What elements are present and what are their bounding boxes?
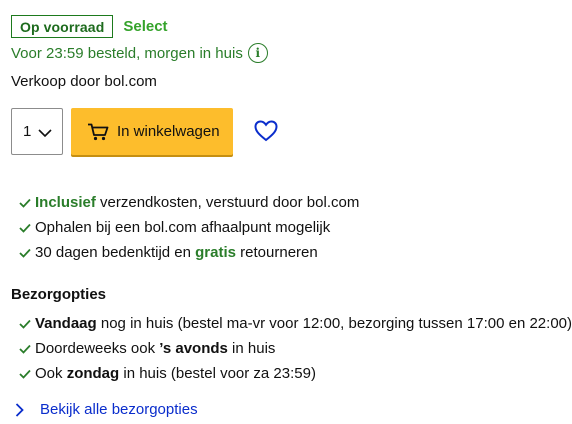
delivery-option-text: in huis bbox=[227, 340, 276, 357]
delivery-option-strong: ’s avonds bbox=[159, 340, 228, 357]
chevron-down-icon bbox=[38, 125, 52, 142]
usp-strong: gratis bbox=[195, 244, 236, 261]
add-to-cart-button[interactable]: In winkelwagen bbox=[71, 108, 233, 155]
delivery-text: Voor 23:59 besteld, morgen in huis bbox=[11, 44, 243, 62]
select-label[interactable]: Select bbox=[123, 18, 167, 35]
delivery-option-text: Ook bbox=[35, 365, 67, 382]
usp-text: Ophalen bij een bol.com afhaalpunt mogel… bbox=[35, 219, 331, 236]
seller-text: Verkoop door bol.com bbox=[11, 73, 157, 90]
usp-text: verzendkosten, verstuurd door bol.com bbox=[95, 194, 360, 211]
add-to-cart-label: In winkelwagen bbox=[117, 123, 220, 140]
checkmark-icon bbox=[19, 344, 35, 354]
usp-text: 30 dagen bedenktijd en bbox=[35, 244, 196, 261]
quantity-select[interactable]: 1 bbox=[11, 108, 63, 155]
all-delivery-options-label: Bekijk alle bezorgopties bbox=[40, 401, 198, 418]
info-icon[interactable]: i bbox=[247, 43, 268, 63]
delivery-option-text: Doordeweeks ook bbox=[35, 340, 160, 357]
checkmark-icon bbox=[19, 369, 35, 379]
delivery-option-strong: Vandaag bbox=[35, 315, 97, 332]
delivery-options-heading: Bezorgopties bbox=[11, 286, 107, 303]
checkmark-icon bbox=[19, 319, 35, 329]
usp-list: Inclusief verzendkosten, verstuurd door … bbox=[19, 190, 359, 265]
delivery-option: Vandaag nog in huis (bestel ma-vr voor 1… bbox=[19, 311, 572, 336]
quantity-value: 1 bbox=[23, 123, 32, 140]
delivery-option-text: nog in huis (bestel ma-vr voor 12:00, be… bbox=[96, 315, 572, 332]
checkmark-icon bbox=[19, 248, 35, 258]
chevron-right-icon bbox=[15, 402, 29, 417]
checkmark-icon bbox=[19, 223, 35, 233]
usp-item: Ophalen bij een bol.com afhaalpunt mogel… bbox=[19, 215, 359, 240]
checkmark-icon bbox=[19, 198, 35, 208]
all-delivery-options-link[interactable]: Bekijk alle bezorgopties bbox=[15, 401, 198, 418]
stock-status-row: Op voorraad Select bbox=[11, 15, 168, 38]
delivery-option-text: in huis (bestel voor za 23:59) bbox=[119, 365, 316, 382]
cart-icon bbox=[87, 123, 109, 141]
usp-item: Inclusief verzendkosten, verstuurd door … bbox=[19, 190, 359, 215]
usp-strong: Inclusief bbox=[35, 194, 96, 211]
heart-icon[interactable] bbox=[254, 120, 278, 142]
usp-text: retourneren bbox=[236, 244, 318, 261]
delivery-option: Doordeweeks ook ’s avonds in huis bbox=[19, 336, 572, 361]
delivery-promise: Voor 23:59 besteld, morgen in huis i bbox=[11, 43, 268, 63]
delivery-option-strong: zondag bbox=[66, 365, 120, 382]
delivery-options-list: Vandaag nog in huis (bestel ma-vr voor 1… bbox=[19, 311, 572, 386]
stock-badge: Op voorraad bbox=[11, 15, 114, 38]
delivery-option: Ook zondag in huis (bestel voor za 23:59… bbox=[19, 361, 572, 386]
usp-item: 30 dagen bedenktijd en gratis retournere… bbox=[19, 240, 359, 265]
